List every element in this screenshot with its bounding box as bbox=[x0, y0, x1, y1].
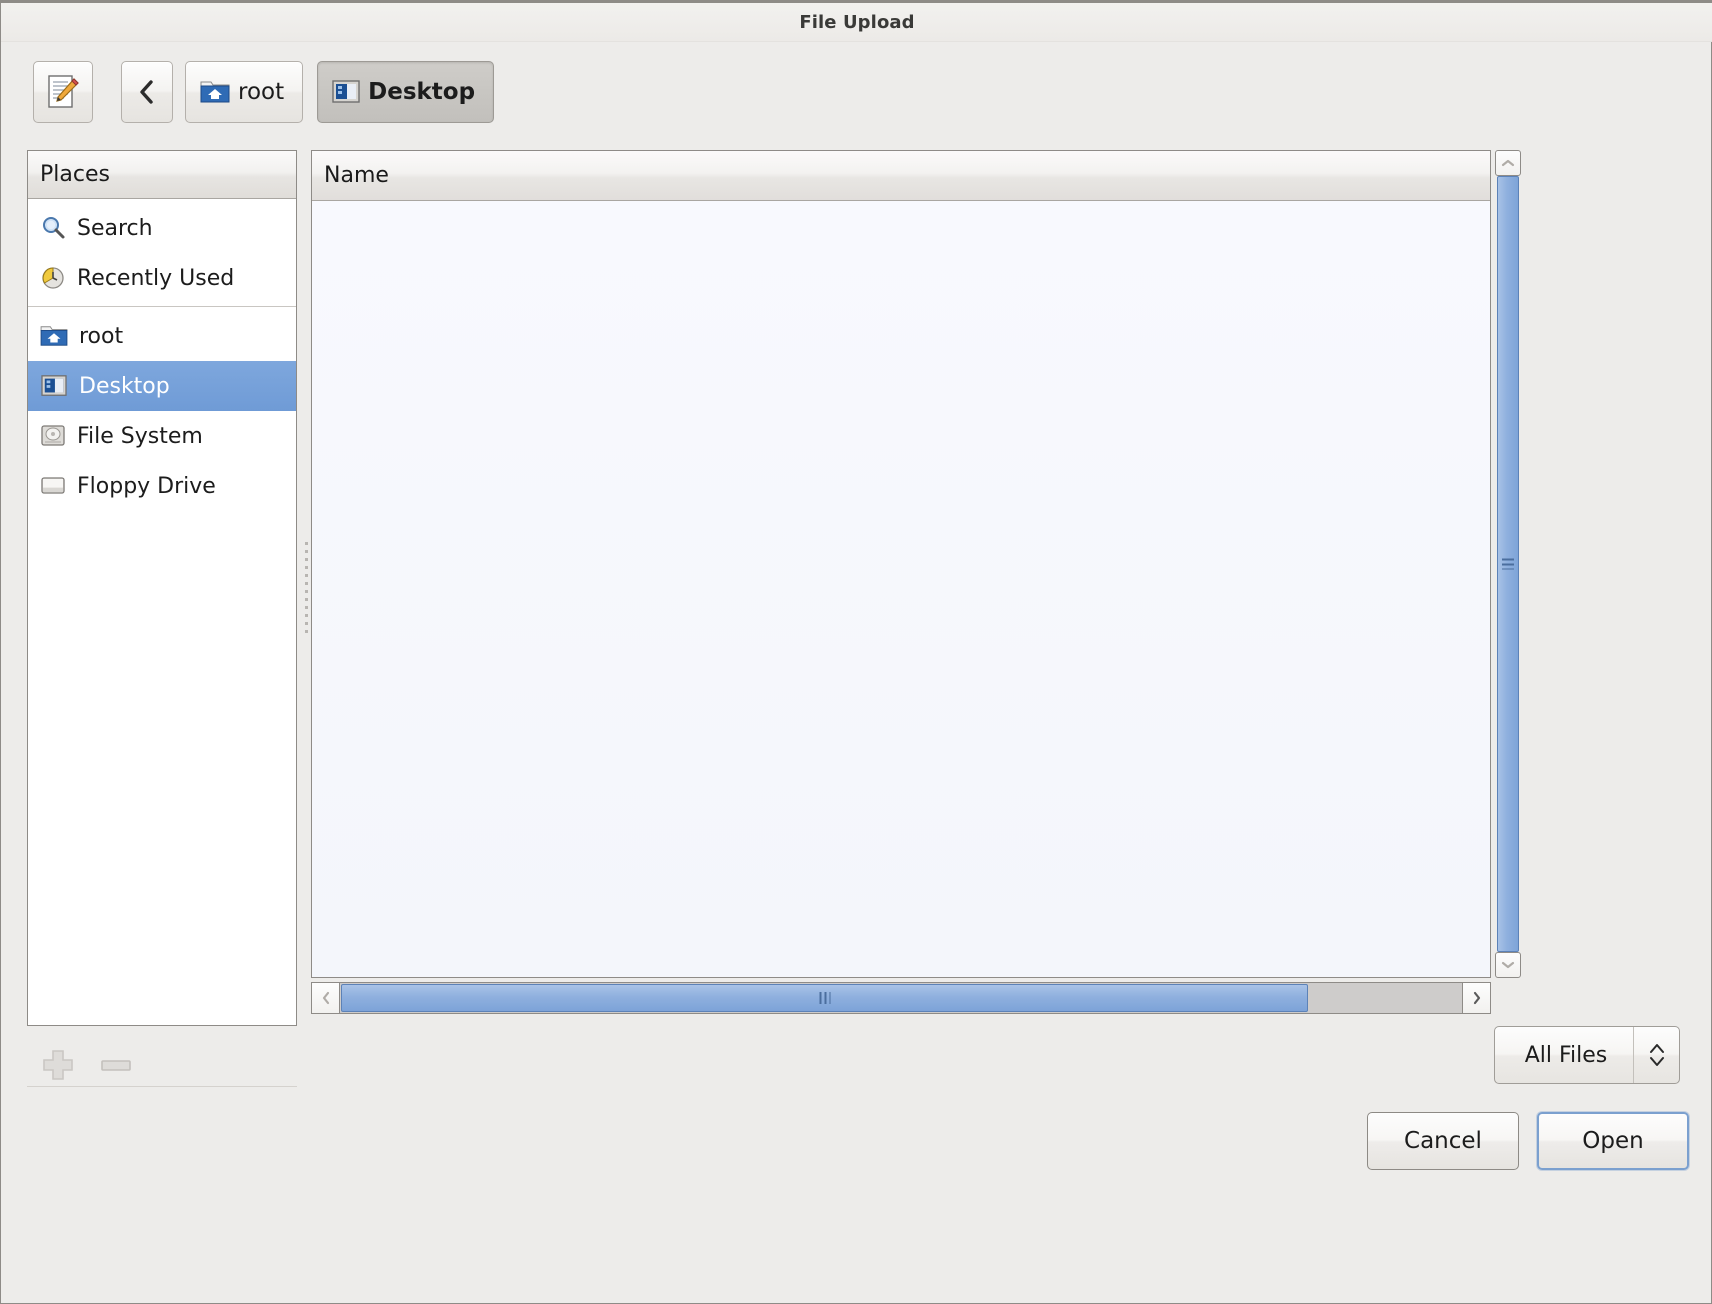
horizontal-scrollbar-thumb[interactable] bbox=[341, 984, 1308, 1012]
file-filter-combobox[interactable]: All Files bbox=[1494, 1026, 1680, 1084]
home-folder-icon bbox=[40, 324, 68, 348]
harddisk-icon bbox=[40, 424, 66, 448]
sidebar-item-file-system[interactable]: File System bbox=[28, 411, 296, 461]
places-list: Search Recently Used bbox=[28, 199, 296, 511]
path-button-root[interactable]: root bbox=[185, 61, 303, 123]
chevron-left-icon bbox=[138, 78, 156, 106]
create-folder-button[interactable] bbox=[33, 61, 93, 123]
sidebar-item-desktop-label: Desktop bbox=[79, 374, 170, 399]
floppy-icon bbox=[40, 474, 66, 498]
file-upload-dialog: File Upload bbox=[0, 0, 1712, 1304]
path-button-root-label: root bbox=[238, 79, 284, 105]
path-button-desktop[interactable]: Desktop bbox=[317, 61, 494, 123]
places-actions-separator bbox=[27, 1086, 297, 1087]
chevron-up-icon bbox=[1501, 158, 1515, 168]
file-list: Name bbox=[311, 150, 1491, 978]
plus-icon bbox=[41, 1048, 75, 1082]
desktop-icon bbox=[40, 374, 68, 398]
places-sidebar: Places Search bbox=[27, 150, 297, 1026]
cancel-button[interactable]: Cancel bbox=[1367, 1112, 1519, 1170]
file-list-header: Name bbox=[312, 151, 1490, 201]
column-header-name[interactable]: Name bbox=[324, 163, 389, 188]
dialog-content: Places Search bbox=[1, 142, 1712, 1042]
desktop-icon bbox=[332, 79, 360, 105]
vertical-scrollbar-thumb[interactable] bbox=[1497, 176, 1519, 952]
vertical-scrollbar[interactable] bbox=[1495, 150, 1521, 978]
recent-clock-icon bbox=[40, 265, 66, 291]
grip-vertical-icon bbox=[819, 992, 830, 1004]
scroll-down-button[interactable] bbox=[1495, 952, 1521, 978]
sidebar-item-recently-used[interactable]: Recently Used bbox=[28, 253, 296, 303]
path-toolbar: root Desktop bbox=[1, 44, 1712, 140]
chevron-left-icon bbox=[321, 991, 331, 1005]
places-header-label: Places bbox=[40, 162, 110, 187]
chevron-right-icon bbox=[1472, 991, 1482, 1005]
splitter-grip-icon bbox=[305, 542, 308, 634]
open-button[interactable]: Open bbox=[1537, 1112, 1689, 1170]
horizontal-scrollbar[interactable] bbox=[311, 982, 1491, 1014]
sidebar-item-floppy-drive-label: Floppy Drive bbox=[77, 474, 216, 499]
sidebar-item-desktop[interactable]: Desktop bbox=[28, 361, 296, 411]
back-button[interactable] bbox=[121, 61, 173, 123]
window-title: File Upload bbox=[799, 12, 914, 33]
scroll-right-button[interactable] bbox=[1462, 983, 1490, 1013]
search-icon bbox=[40, 215, 66, 241]
sidebar-item-root[interactable]: root bbox=[28, 311, 296, 361]
grip-horizontal-icon bbox=[1502, 559, 1514, 570]
places-header: Places bbox=[28, 151, 296, 199]
minus-icon bbox=[99, 1055, 133, 1075]
sidebar-item-search-label: Search bbox=[77, 216, 153, 241]
dialog-action-buttons: Cancel Open bbox=[1367, 1112, 1689, 1170]
chevron-down-icon bbox=[1501, 960, 1515, 970]
home-folder-icon bbox=[200, 79, 230, 105]
file-list-body[interactable] bbox=[312, 201, 1490, 977]
sidebar-item-file-system-label: File System bbox=[77, 424, 203, 449]
scroll-left-button[interactable] bbox=[312, 983, 340, 1013]
sidebar-item-root-label: root bbox=[79, 324, 123, 349]
document-edit-icon bbox=[44, 73, 82, 111]
places-separator bbox=[28, 306, 296, 307]
sidebar-item-search[interactable]: Search bbox=[28, 203, 296, 253]
sidebar-item-floppy-drive[interactable]: Floppy Drive bbox=[28, 461, 296, 511]
add-bookmark-button[interactable] bbox=[41, 1048, 75, 1082]
sidebar-item-recently-used-label: Recently Used bbox=[77, 266, 234, 291]
path-button-desktop-label: Desktop bbox=[368, 79, 475, 105]
titlebar: File Upload bbox=[1, 0, 1712, 42]
file-filter-value: All Files bbox=[1495, 1043, 1633, 1068]
scroll-up-button[interactable] bbox=[1495, 150, 1521, 176]
remove-bookmark-button[interactable] bbox=[99, 1055, 133, 1075]
updown-chevron-icon bbox=[1633, 1027, 1679, 1083]
